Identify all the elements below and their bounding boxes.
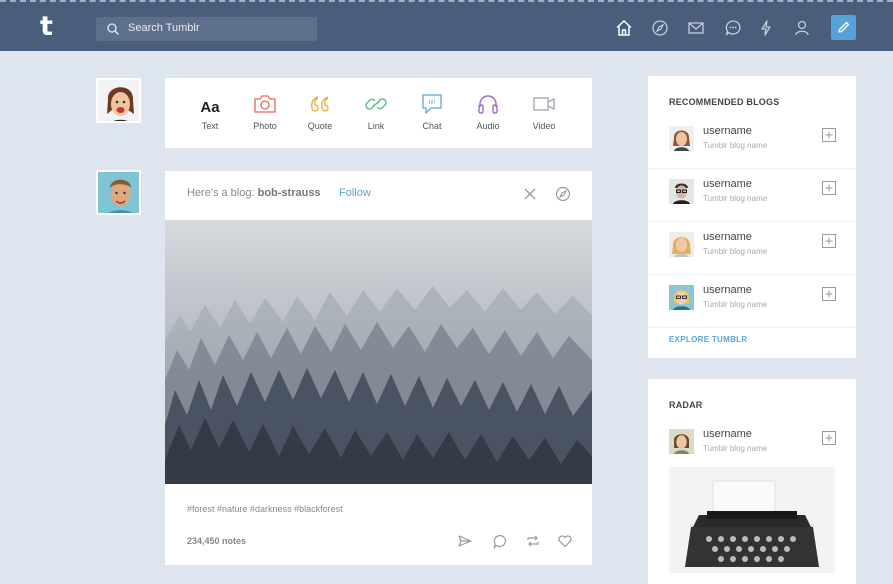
tumblr-logo[interactable]: t <box>40 13 58 41</box>
radar-photo-typewriter[interactable] <box>669 467 835 573</box>
follow-plus-icon[interactable] <box>822 128 836 142</box>
chat-icon[interactable] <box>724 19 742 37</box>
compass-icon[interactable] <box>651 19 669 37</box>
mail-icon[interactable] <box>687 19 705 37</box>
post-type-chat[interactable]: hi! Chat <box>404 93 460 138</box>
recommended-blog-name: Tumblr blog name <box>703 247 768 256</box>
post-type-label: Photo <box>253 121 277 131</box>
post-type-label: Text <box>201 121 219 131</box>
camera-icon <box>254 95 276 113</box>
post-type-audio[interactable]: Audio <box>460 93 516 138</box>
explore-tumblr-link[interactable]: EXPLORE TUMBLR <box>669 335 747 344</box>
post-type-label: Quote <box>307 121 333 131</box>
top-bar: t Search Tumblr <box>0 0 893 51</box>
blog-avatar[interactable] <box>96 170 141 215</box>
blog-name-link[interactable]: bob-strauss <box>258 187 321 199</box>
recommended-blog-item[interactable]: username Tumblr blog name <box>648 169 856 222</box>
post-type-link[interactable]: Link <box>348 93 404 138</box>
radar-blog-username[interactable]: username <box>703 428 752 440</box>
recommended-blog-item[interactable]: username Tumblr blog name <box>648 275 856 328</box>
recommended-blog-username[interactable]: username <box>703 178 752 190</box>
compass-icon[interactable] <box>555 186 571 202</box>
post-photo-forest[interactable] <box>165 220 592 484</box>
recommended-blog-username[interactable]: username <box>703 125 752 137</box>
radar-blog-item[interactable]: username Tumblr blog name <box>648 419 856 464</box>
link-icon <box>365 98 387 110</box>
pencil-icon <box>838 21 850 33</box>
compose-button[interactable] <box>831 15 856 40</box>
radar-title: RADAR <box>669 400 703 410</box>
search-box[interactable]: Search Tumblr <box>96 17 317 41</box>
follow-button[interactable]: Follow <box>339 187 371 199</box>
search-input[interactable]: Search Tumblr <box>128 22 200 34</box>
follow-plus-icon[interactable] <box>822 234 836 248</box>
post-type-label: Chat <box>422 121 442 131</box>
recommended-blogs-title: RECOMMENDED BLOGS <box>669 97 780 107</box>
avatar[interactable] <box>669 179 694 204</box>
recommended-blog-username[interactable]: username <box>703 284 752 296</box>
recommended-blog-name: Tumblr blog name <box>703 300 768 309</box>
follow-plus-icon[interactable] <box>822 181 836 195</box>
avatar[interactable] <box>669 126 694 151</box>
post-header: Here's a blog: bob-strauss <box>187 187 321 199</box>
share-icon[interactable] <box>457 533 473 549</box>
headphones-icon <box>478 95 498 114</box>
avatar[interactable] <box>669 285 694 310</box>
post-type-quote[interactable]: Quote <box>292 93 348 138</box>
follow-plus-icon[interactable] <box>822 287 836 301</box>
like-icon[interactable] <box>557 533 573 549</box>
close-icon[interactable] <box>523 187 537 201</box>
recommended-blogs-panel: RECOMMENDED BLOGS username Tumblr blog n… <box>648 76 856 358</box>
home-icon[interactable] <box>615 19 633 37</box>
post-type-photo[interactable]: Photo <box>237 93 293 138</box>
post-header-prefix: Here's a blog: <box>187 187 255 199</box>
chat-bubble-icon: hi! <box>422 94 442 114</box>
lightning-icon[interactable] <box>757 19 775 37</box>
quote-icon <box>311 96 329 112</box>
post-tags[interactable]: #forest #nature #darkness #blackforest <box>187 504 343 514</box>
follow-plus-icon[interactable] <box>822 431 836 445</box>
radar-panel: RADAR username Tumblr blog name <box>648 379 856 584</box>
recommended-blog-name: Tumblr blog name <box>703 141 768 150</box>
search-icon <box>107 23 119 35</box>
user-avatar[interactable] <box>96 78 141 123</box>
svg-text:hi!: hi! <box>429 100 436 106</box>
post-type-label: Link <box>367 121 385 131</box>
post-notes-count[interactable]: 234,450 notes <box>187 536 246 546</box>
post-type-text[interactable]: Aa Text <box>182 93 238 138</box>
text-icon: Aa <box>200 99 220 116</box>
radar-blog-name: Tumblr blog name <box>703 444 768 453</box>
post-type-label: Audio <box>476 121 500 131</box>
recommended-blog-item[interactable]: username Tumblr blog name <box>648 116 856 169</box>
post-type-bar: Aa Text Photo Quote Link hi! Chat Audio … <box>165 78 592 148</box>
reply-icon[interactable] <box>492 533 508 549</box>
post-card: Here's a blog: bob-strauss Follow #fores… <box>165 171 592 565</box>
recommended-blog-item[interactable]: username Tumblr blog name <box>648 222 856 275</box>
video-icon <box>533 97 555 111</box>
avatar[interactable] <box>669 232 694 257</box>
reblog-icon[interactable] <box>525 533 541 549</box>
avatar[interactable] <box>669 429 694 454</box>
account-icon[interactable] <box>793 19 811 37</box>
recommended-blog-username[interactable]: username <box>703 231 752 243</box>
post-type-video[interactable]: Video <box>516 93 572 138</box>
post-type-label: Video <box>532 121 556 131</box>
recommended-blog-name: Tumblr blog name <box>703 194 768 203</box>
